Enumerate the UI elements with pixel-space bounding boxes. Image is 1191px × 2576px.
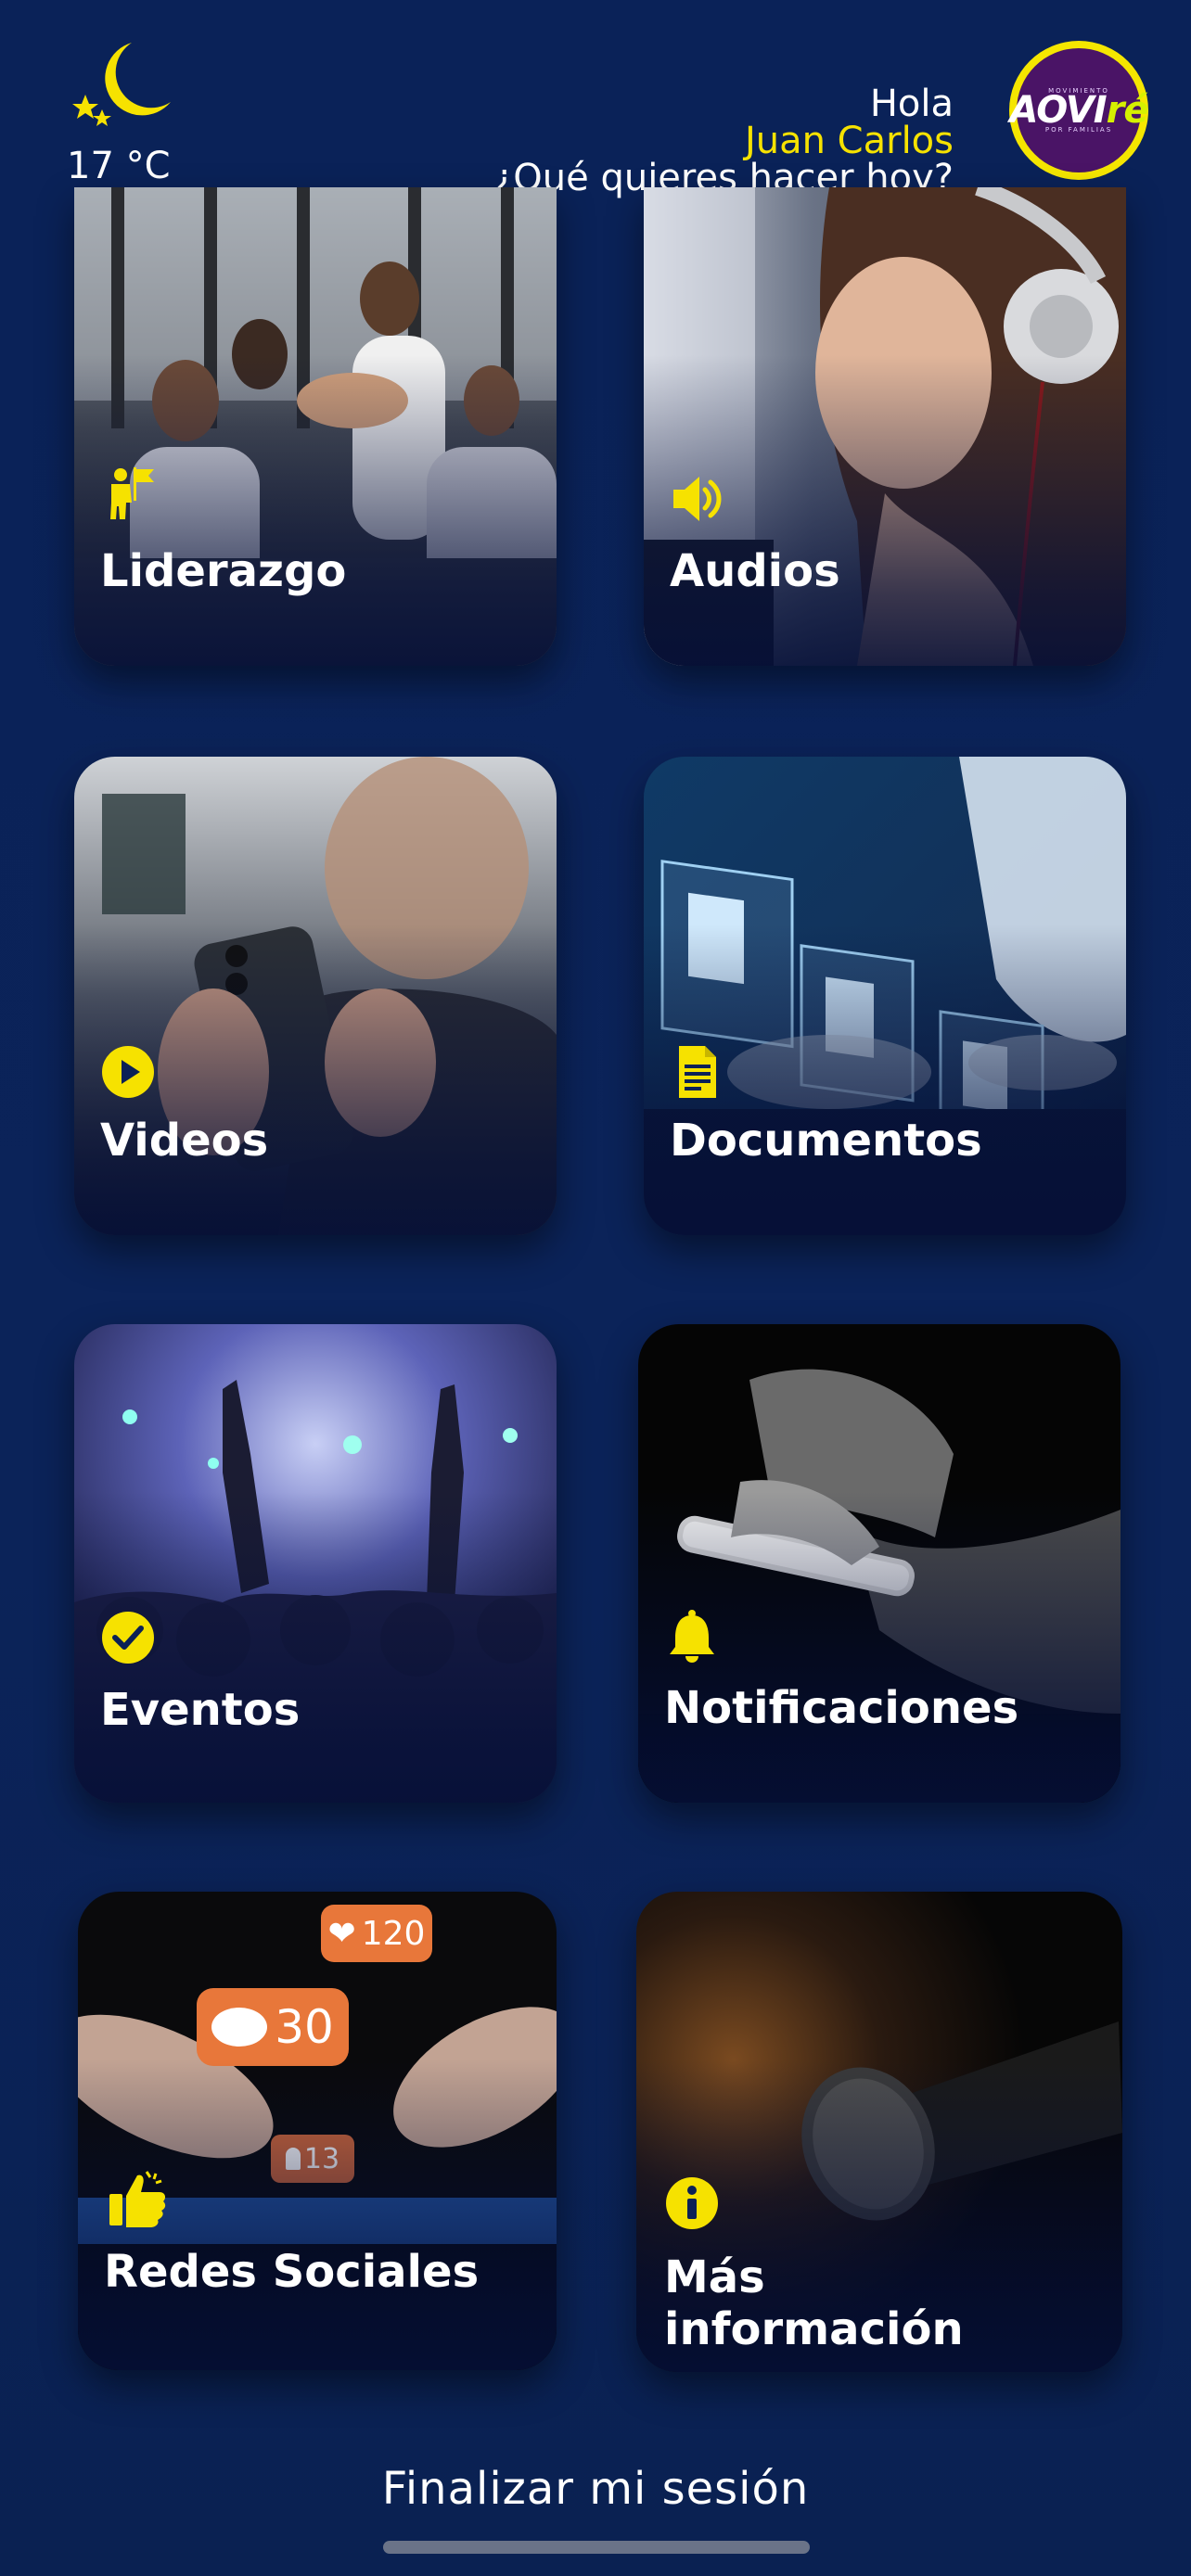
play-icon	[102, 1046, 154, 1098]
logout-button[interactable]: Finalizar mi sesión	[0, 2463, 1191, 2515]
card-label: Documentos	[670, 1115, 982, 1167]
star-icon	[72, 95, 98, 119]
card-videos[interactable]: Videos	[74, 757, 557, 1235]
card-mas-informacion[interactable]: Más información	[636, 1892, 1122, 2372]
logo-top-text: MOVIMIENTO	[1048, 87, 1109, 95]
thumbs-up-icon	[109, 2171, 166, 2227]
check-icon	[102, 1612, 154, 1664]
card-eventos[interactable]: Eventos	[74, 1324, 557, 1803]
card-label: Más información	[664, 2251, 964, 2355]
logo-bottom-text: POR FAMILIAS	[1044, 126, 1113, 134]
bell-icon	[670, 1610, 714, 1663]
home-screen: 17 °C Hola Juan Carlos ¿Qué quieres hace…	[0, 0, 1191, 2576]
logo-badge: MOVIMIENTO AOVIré POR FAMILIAS	[1010, 48, 1149, 172]
card-shade	[78, 1892, 557, 2370]
card-label: Notificaciones	[664, 1682, 1019, 1734]
moon-icon	[72, 43, 171, 126]
document-icon	[679, 1046, 716, 1098]
card-label: Liderazgo	[100, 545, 347, 597]
greeting-hello: Hola	[869, 83, 954, 125]
home-indicator[interactable]	[383, 2541, 810, 2554]
card-label: Videos	[100, 1115, 269, 1167]
card-label: Redes Sociales	[104, 2246, 480, 2298]
leader-flag-icon	[110, 467, 154, 519]
weather-widget	[67, 35, 197, 141]
card-label: Audios	[670, 545, 840, 597]
info-icon	[666, 2177, 718, 2229]
logo-accent-word: ré	[1106, 89, 1149, 132]
card-notificaciones[interactable]: Notificaciones	[638, 1324, 1121, 1803]
star-icon	[93, 109, 111, 126]
card-audios[interactable]: Audios	[644, 187, 1126, 666]
speaker-icon	[673, 477, 722, 521]
card-documentos[interactable]: Documentos	[644, 757, 1126, 1235]
card-label: Eventos	[100, 1684, 301, 1736]
temperature-label: 17 °C	[67, 145, 171, 187]
app-logo[interactable]: MOVIMIENTO AOVIré POR FAMILIAS	[1009, 41, 1149, 180]
greeting: Hola Juan Carlos ¿Qué quieres hacer hoy?	[493, 85, 954, 197]
card-liderazgo[interactable]: Liderazgo	[74, 187, 557, 666]
user-name: Juan Carlos	[744, 120, 954, 162]
card-redes-sociales[interactable]: ❤ 120 30 13 Redes Sociales	[78, 1892, 557, 2370]
